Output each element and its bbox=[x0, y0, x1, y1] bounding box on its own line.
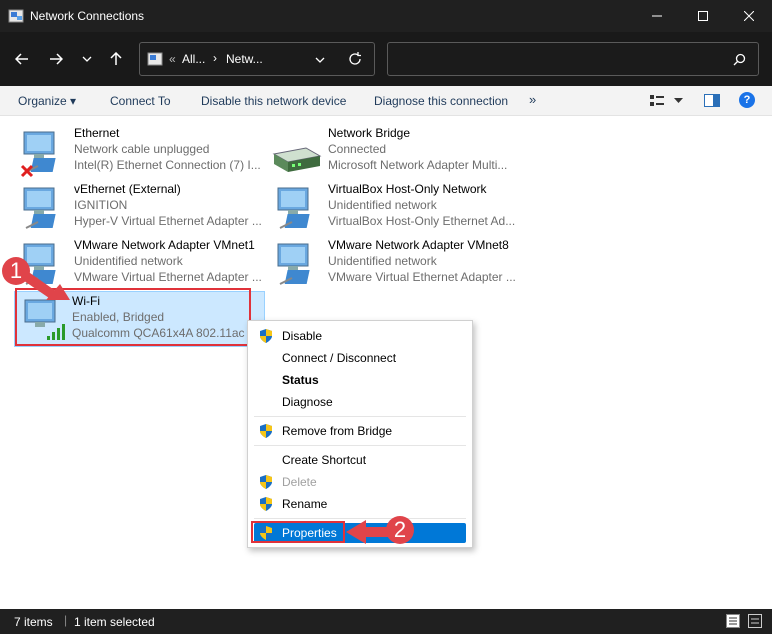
connection-vmnet8[interactable]: VMware Network Adapter VMnet8 Unidentifi… bbox=[272, 236, 532, 292]
connection-status: Network cable unplugged bbox=[74, 142, 210, 156]
menu-item-diagnose[interactable]: Diagnose bbox=[254, 391, 466, 413]
network-adapter-icon bbox=[23, 187, 56, 229]
uac-shield-icon bbox=[260, 497, 272, 511]
window-title: Network Connections bbox=[30, 9, 145, 23]
maximize-icon bbox=[698, 11, 708, 21]
navigation-bar: « All... › Netw... bbox=[0, 32, 772, 86]
search-icon bbox=[733, 53, 746, 66]
connection-ethernet[interactable]: Ethernet Network cable unplugged Intel(R… bbox=[18, 124, 268, 180]
network-adapter-icon bbox=[277, 243, 310, 285]
connection-name: Network Bridge bbox=[328, 126, 411, 140]
connection-status: Unidentified network bbox=[74, 254, 183, 268]
maximize-button[interactable] bbox=[680, 0, 726, 32]
connection-name: vEthernet (External) bbox=[74, 182, 181, 196]
context-menu: Disable Connect / Disconnect Status Diag… bbox=[247, 320, 473, 548]
minimize-button[interactable] bbox=[634, 0, 680, 32]
menu-separator bbox=[254, 445, 466, 446]
connection-virtualbox-host-only[interactable]: VirtualBox Host-Only Network Unidentifie… bbox=[272, 180, 532, 236]
connection-network-bridge[interactable]: Network Bridge Connected Microsoft Netwo… bbox=[272, 124, 532, 180]
preview-pane-icon[interactable] bbox=[704, 94, 720, 107]
more-commands-button[interactable]: » bbox=[529, 92, 536, 107]
status-divider: | bbox=[64, 613, 68, 627]
minimize-icon bbox=[652, 15, 662, 17]
close-button[interactable] bbox=[726, 0, 772, 32]
uac-shield-icon bbox=[260, 475, 272, 489]
chevron-down-icon[interactable] bbox=[315, 55, 325, 65]
chevron-down-icon bbox=[82, 56, 92, 62]
breadcrumb-all[interactable]: All... bbox=[182, 52, 205, 66]
back-button[interactable] bbox=[11, 48, 33, 70]
title-bar: Network Connections bbox=[0, 0, 772, 32]
uac-shield-icon bbox=[260, 424, 272, 438]
connection-device: Microsoft Network Adapter Multi... bbox=[328, 158, 508, 172]
status-bar: 7 items | 1 item selected bbox=[0, 609, 772, 634]
recent-locations-button[interactable] bbox=[76, 48, 98, 70]
network-adapter-icon bbox=[277, 187, 310, 229]
annotation-step-2: 2 bbox=[386, 516, 414, 544]
menu-item-remove-from-bridge[interactable]: Remove from Bridge bbox=[254, 420, 466, 442]
connection-name: VMware Network Adapter VMnet8 bbox=[328, 238, 509, 252]
connection-name: VMware Network Adapter VMnet1 bbox=[74, 238, 255, 252]
up-button[interactable] bbox=[105, 48, 127, 70]
forward-button[interactable] bbox=[45, 48, 67, 70]
address-box[interactable]: « All... › Netw... bbox=[139, 42, 375, 76]
breadcrumb-separator: › bbox=[213, 51, 217, 65]
help-icon[interactable]: ? bbox=[739, 92, 755, 108]
item-count: 7 items bbox=[14, 615, 53, 629]
menu-separator bbox=[254, 416, 466, 417]
details-view-icon[interactable] bbox=[726, 614, 740, 628]
menu-item-rename[interactable]: Rename bbox=[254, 493, 466, 515]
tiles-view-icon[interactable] bbox=[748, 614, 762, 628]
connection-status: Connected bbox=[328, 142, 387, 156]
network-folder-icon bbox=[147, 52, 163, 66]
connection-name: VirtualBox Host-Only Network bbox=[328, 182, 487, 196]
search-input[interactable] bbox=[387, 42, 759, 76]
annotation-highlight-properties bbox=[251, 521, 345, 543]
disable-device-button[interactable]: Disable this network device bbox=[201, 94, 346, 108]
annotation-step-1: 1 bbox=[2, 257, 30, 285]
connect-to-button[interactable]: Connect To bbox=[110, 94, 171, 108]
menu-item-create-shortcut[interactable]: Create Shortcut bbox=[254, 449, 466, 471]
connection-device: Intel(R) Ethernet Connection (7) I... bbox=[74, 158, 261, 172]
arrow-left-icon bbox=[15, 53, 28, 65]
connection-name: Ethernet bbox=[74, 126, 120, 140]
command-bar: Organize ▾ Connect To Disable this netwo… bbox=[0, 86, 772, 116]
network-folder-icon bbox=[8, 9, 24, 23]
breadcrumb-overflow[interactable]: « bbox=[169, 52, 176, 66]
network-bridge-icon bbox=[272, 147, 322, 172]
arrow-right-icon bbox=[50, 53, 63, 65]
connection-vethernet-external[interactable]: vEthernet (External) IGNITION Hyper-V Vi… bbox=[18, 180, 268, 236]
connection-device: Hyper-V Virtual Ethernet Adapter ... bbox=[74, 214, 262, 228]
menu-item-status[interactable]: Status bbox=[254, 369, 466, 391]
breadcrumb-network[interactable]: Netw... bbox=[226, 52, 263, 66]
connection-status: IGNITION bbox=[74, 198, 128, 212]
menu-item-connect-disconnect[interactable]: Connect / Disconnect bbox=[254, 347, 466, 369]
organize-menu[interactable]: Organize ▾ bbox=[18, 94, 76, 108]
connection-status: Unidentified network bbox=[328, 198, 437, 212]
selection-count: 1 item selected bbox=[74, 615, 155, 629]
connection-device: VMware Virtual Ethernet Adapter ... bbox=[328, 270, 516, 284]
connection-device: VMware Virtual Ethernet Adapter ... bbox=[74, 270, 262, 284]
diagnose-connection-button[interactable]: Diagnose this connection bbox=[374, 94, 508, 108]
view-options-icon[interactable] bbox=[650, 95, 664, 107]
menu-item-disable[interactable]: Disable bbox=[254, 325, 466, 347]
disconnected-x-icon bbox=[20, 164, 34, 178]
refresh-icon[interactable] bbox=[348, 52, 362, 66]
uac-shield-icon bbox=[260, 329, 272, 343]
connection-device: VirtualBox Host-Only Ethernet Ad... bbox=[328, 214, 516, 228]
menu-item-delete: Delete bbox=[254, 471, 466, 493]
chevron-down-icon[interactable] bbox=[674, 98, 683, 104]
arrow-up-icon bbox=[110, 52, 122, 65]
connection-status: Unidentified network bbox=[328, 254, 437, 268]
close-icon bbox=[744, 11, 754, 21]
